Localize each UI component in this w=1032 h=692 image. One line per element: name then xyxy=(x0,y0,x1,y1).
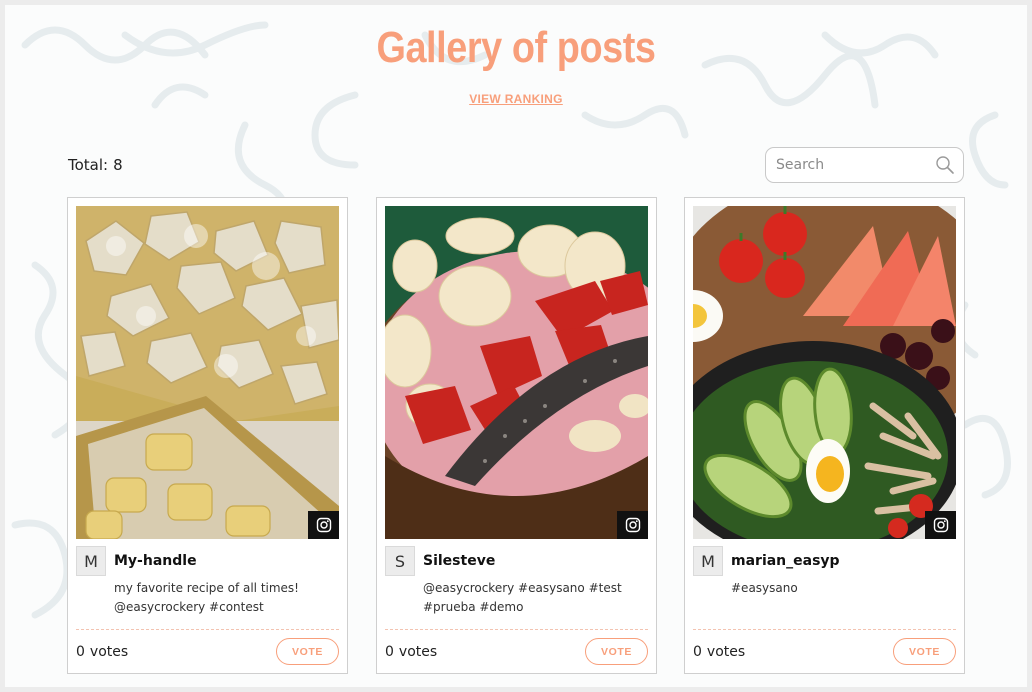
post-image-salad-bowl[interactable] xyxy=(693,206,956,539)
card-divider xyxy=(693,629,956,630)
post-card[interactable]: M My-handle my favorite recipe of all ti… xyxy=(67,197,348,674)
avatar: M xyxy=(693,546,723,576)
post-image-ravioli[interactable] xyxy=(76,206,339,539)
vote-count: 0 votes xyxy=(76,644,128,660)
post-card[interactable]: M marian_easyp #easysano 0 votes VOTE xyxy=(684,197,965,674)
vote-button[interactable]: VOTE xyxy=(276,638,339,665)
post-caption: @easycrockery #easysano #test #prueba #d… xyxy=(423,581,622,614)
post-author-handle[interactable]: Silesteve xyxy=(423,553,495,569)
page-title: Gallery of posts xyxy=(376,23,656,72)
post-image-smoothie-bowl[interactable] xyxy=(385,206,648,539)
post-author-handle[interactable]: marian_easyp xyxy=(731,553,840,569)
vote-count: 0 votes xyxy=(385,644,437,660)
post-caption: #easysano xyxy=(731,581,798,595)
vote-count: 0 votes xyxy=(693,644,745,660)
total-label: Total: xyxy=(68,156,109,174)
total-count: Total: 8 xyxy=(68,156,123,174)
card-divider xyxy=(76,629,339,630)
gallery-page: Gallery of posts VIEW RANKING Total: 8 S… xyxy=(5,5,1027,687)
instagram-icon[interactable] xyxy=(925,511,956,539)
instagram-icon[interactable] xyxy=(308,511,339,539)
total-value: 8 xyxy=(113,156,123,174)
vote-count-value: 0 xyxy=(385,644,394,660)
vote-button[interactable]: VOTE xyxy=(585,638,648,665)
vote-count-value: 0 xyxy=(693,644,702,660)
avatar: M xyxy=(76,546,106,576)
view-ranking-link[interactable]: VIEW RANKING xyxy=(5,92,1027,106)
vote-count-label: votes xyxy=(398,644,438,660)
avatar: S xyxy=(385,546,415,576)
search-input[interactable] xyxy=(776,157,935,173)
card-divider xyxy=(385,629,648,630)
search-box[interactable] xyxy=(765,147,964,183)
search-icon[interactable] xyxy=(935,155,955,175)
post-card[interactable]: S Silesteve @easycrockery #easysano #tes… xyxy=(376,197,657,674)
vote-button[interactable]: VOTE xyxy=(893,638,956,665)
vote-count-label: votes xyxy=(89,644,129,660)
post-caption: my favorite recipe of all times! @easycr… xyxy=(114,581,299,614)
instagram-icon[interactable] xyxy=(617,511,648,539)
post-author-handle[interactable]: My-handle xyxy=(114,553,197,569)
vote-count-value: 0 xyxy=(76,644,85,660)
vote-count-label: votes xyxy=(706,644,746,660)
